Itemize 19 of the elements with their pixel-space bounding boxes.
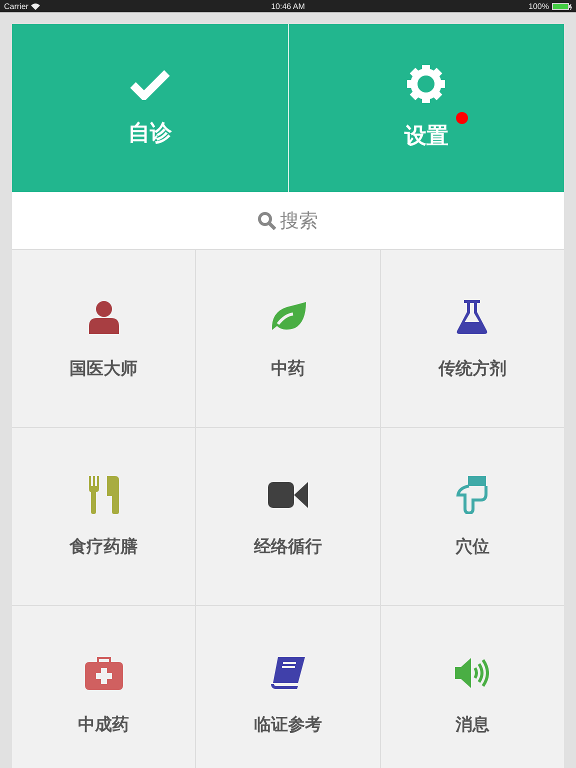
battery-percent: 100%	[528, 2, 549, 10]
menu-tile[interactable]: 中成药	[12, 606, 196, 768]
clock: 10:46 AM	[271, 2, 305, 10]
menu-tile[interactable]: 穴位	[380, 428, 564, 605]
menu-tile[interactable]: 传统方剂	[380, 250, 564, 427]
search-icon	[258, 212, 276, 230]
menu-tile[interactable]: 食疗药膳	[12, 428, 196, 605]
wifi-icon	[31, 2, 40, 10]
menu-tile[interactable]: 中药	[196, 250, 380, 427]
carrier-label: Carrier	[4, 2, 28, 10]
search-placeholder: 搜索	[280, 208, 318, 234]
checkmark-icon	[130, 68, 170, 100]
menu-tile[interactable]: 经络循行	[196, 428, 380, 605]
search-field[interactable]: 搜索	[12, 192, 564, 250]
menu-tile[interactable]: 消息	[380, 606, 564, 768]
battery-icon	[552, 2, 572, 10]
settings-icon	[407, 65, 446, 103]
menu-tile[interactable]: 临证参考	[196, 606, 380, 768]
menu-tile[interactable]: 国医大师	[12, 250, 196, 427]
